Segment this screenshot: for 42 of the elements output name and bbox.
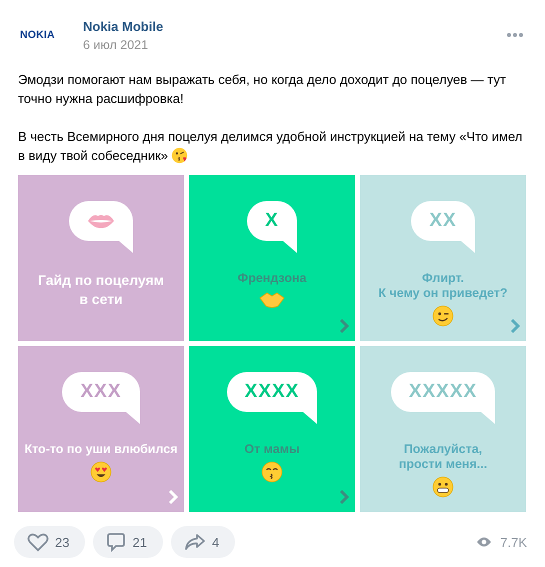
eye-icon — [476, 536, 492, 548]
tile-caption: Флирт. К чему он приведет? — [378, 271, 508, 301]
lips-icon — [87, 213, 115, 229]
speech-bubble: X — [247, 201, 297, 241]
image-tile[interactable]: XXXXX Пожалуйста, прости меня... — [360, 346, 526, 512]
bubble-tail-icon — [119, 241, 133, 253]
comment-button[interactable]: 21 — [93, 526, 163, 558]
image-tile[interactable]: XX Флирт. К чему он приведет? — [360, 175, 526, 341]
winking-face-icon — [432, 305, 454, 327]
tile-caption: Кто-то по уши влюбился — [24, 442, 178, 457]
share-button[interactable]: 4 — [170, 526, 236, 558]
kissing-face-icon — [261, 461, 283, 483]
post-date[interactable]: 6 июл 2021 — [83, 38, 503, 52]
speech-bubble: XXXXX — [390, 372, 496, 412]
bubble-tail-icon — [126, 412, 140, 424]
kissing-face-icon — [171, 147, 188, 164]
image-tile[interactable]: X Френдзона — [189, 175, 355, 341]
bubble-tail-icon — [282, 241, 297, 253]
speech-bubble: XX — [411, 201, 475, 241]
share-icon — [184, 533, 206, 551]
brand-logo[interactable]: NOKIA — [20, 29, 66, 41]
tile-caption: Пожалуйста, прости меня... — [398, 442, 488, 472]
bubble-tail-icon — [481, 412, 496, 424]
speech-bubble: XXX — [62, 372, 140, 412]
heart-icon — [27, 532, 49, 552]
tile-caption: От мамы — [244, 442, 300, 457]
author-name[interactable]: Nokia Mobile — [83, 18, 503, 34]
like-button[interactable]: 23 — [14, 526, 86, 558]
tile-caption: Френдзона — [238, 271, 306, 286]
grimacing-face-icon — [432, 476, 454, 498]
bubble-tail-icon — [460, 241, 475, 253]
image-tile[interactable]: XXX Кто-то по уши влюбился — [18, 346, 184, 512]
image-tile[interactable]: Гайд по поцелуям в сети — [18, 175, 184, 341]
view-count: 7.7K — [500, 534, 527, 550]
post-text: Эмодзи помогают нам выражать себя, но когда дело доходит до поцелуев — тут точно нужна расшифровка! — [18, 71, 507, 108]
speech-bubble: XXXX — [226, 372, 318, 412]
comment-icon — [106, 532, 126, 552]
bubble-tail-icon — [303, 412, 318, 424]
tile-caption: Гайд по поцелуям в сети — [38, 271, 164, 309]
heart-eyes-face-icon — [90, 461, 112, 483]
post-text: В честь Всемирного дня поцелуя делимся удобной инструкцией на тему «Что имел в виду твой собеседник» — [18, 128, 524, 165]
image-tile[interactable]: XXXX От мамы — [189, 346, 355, 512]
